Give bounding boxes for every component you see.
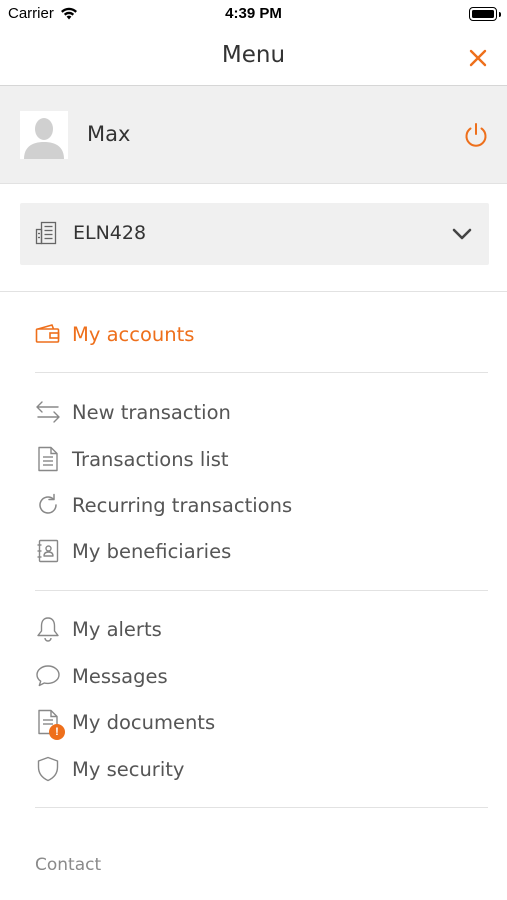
menu-label: Recurring transactions	[72, 493, 293, 517]
nav-header: Menu	[0, 30, 507, 86]
wallet-icon	[35, 321, 61, 347]
chevron-down-icon	[452, 228, 472, 240]
menu-item-my-alerts[interactable]: My alerts	[35, 609, 162, 649]
battery-icon	[469, 7, 501, 21]
menu-item-my-security[interactable]: My security	[35, 749, 184, 789]
menu-label: My beneficiaries	[72, 539, 232, 563]
menu-label: My accounts	[72, 322, 195, 346]
notification-badge: !	[49, 724, 65, 740]
close-icon	[469, 49, 487, 67]
page-title: Menu	[221, 42, 286, 68]
building-icon	[35, 221, 57, 245]
section-divider	[0, 291, 507, 292]
section-divider	[35, 807, 488, 808]
transfer-arrows-icon	[35, 399, 61, 425]
refresh-icon	[35, 492, 61, 518]
menu-label: My security	[72, 757, 185, 781]
bell-icon	[35, 616, 61, 642]
user-silhouette-icon	[20, 111, 68, 159]
menu-label: New transaction	[72, 400, 231, 424]
account-selector[interactable]: ELN428	[20, 203, 489, 265]
section-divider	[35, 590, 488, 591]
document-icon: !	[35, 709, 65, 740]
menu-item-my-beneficiaries[interactable]: My beneficiaries	[35, 531, 231, 571]
contact-link[interactable]: Contact	[35, 855, 101, 875]
profile-section: Max	[0, 86, 507, 184]
menu-item-recurring-transactions[interactable]: Recurring transactions	[35, 485, 292, 525]
close-button[interactable]	[463, 43, 493, 73]
menu-label: Messages	[72, 664, 168, 688]
menu-label: Transactions list	[72, 447, 229, 471]
user-name: Max	[87, 122, 131, 146]
menu-item-my-accounts[interactable]: My accounts	[35, 314, 194, 354]
menu-item-transactions-list[interactable]: Transactions list	[35, 439, 229, 479]
power-icon	[465, 123, 487, 147]
menu-label: My documents	[72, 710, 216, 734]
shield-icon	[35, 756, 61, 782]
contact-book-icon	[35, 538, 61, 564]
document-list-icon	[35, 446, 61, 472]
logout-button[interactable]	[461, 120, 491, 150]
section-divider	[35, 372, 488, 373]
menu-item-messages[interactable]: Messages	[35, 656, 168, 696]
menu-item-new-transaction[interactable]: New transaction	[35, 392, 231, 432]
selected-account: ELN428	[73, 222, 147, 244]
menu-label: My alerts	[72, 617, 162, 641]
clock: 4:39 PM	[225, 5, 282, 22]
menu-item-my-documents[interactable]: ! My documents	[35, 702, 215, 742]
avatar	[20, 111, 68, 159]
status-bar: Carrier 4:39 PM	[0, 0, 507, 30]
chat-bubble-icon	[35, 663, 61, 689]
